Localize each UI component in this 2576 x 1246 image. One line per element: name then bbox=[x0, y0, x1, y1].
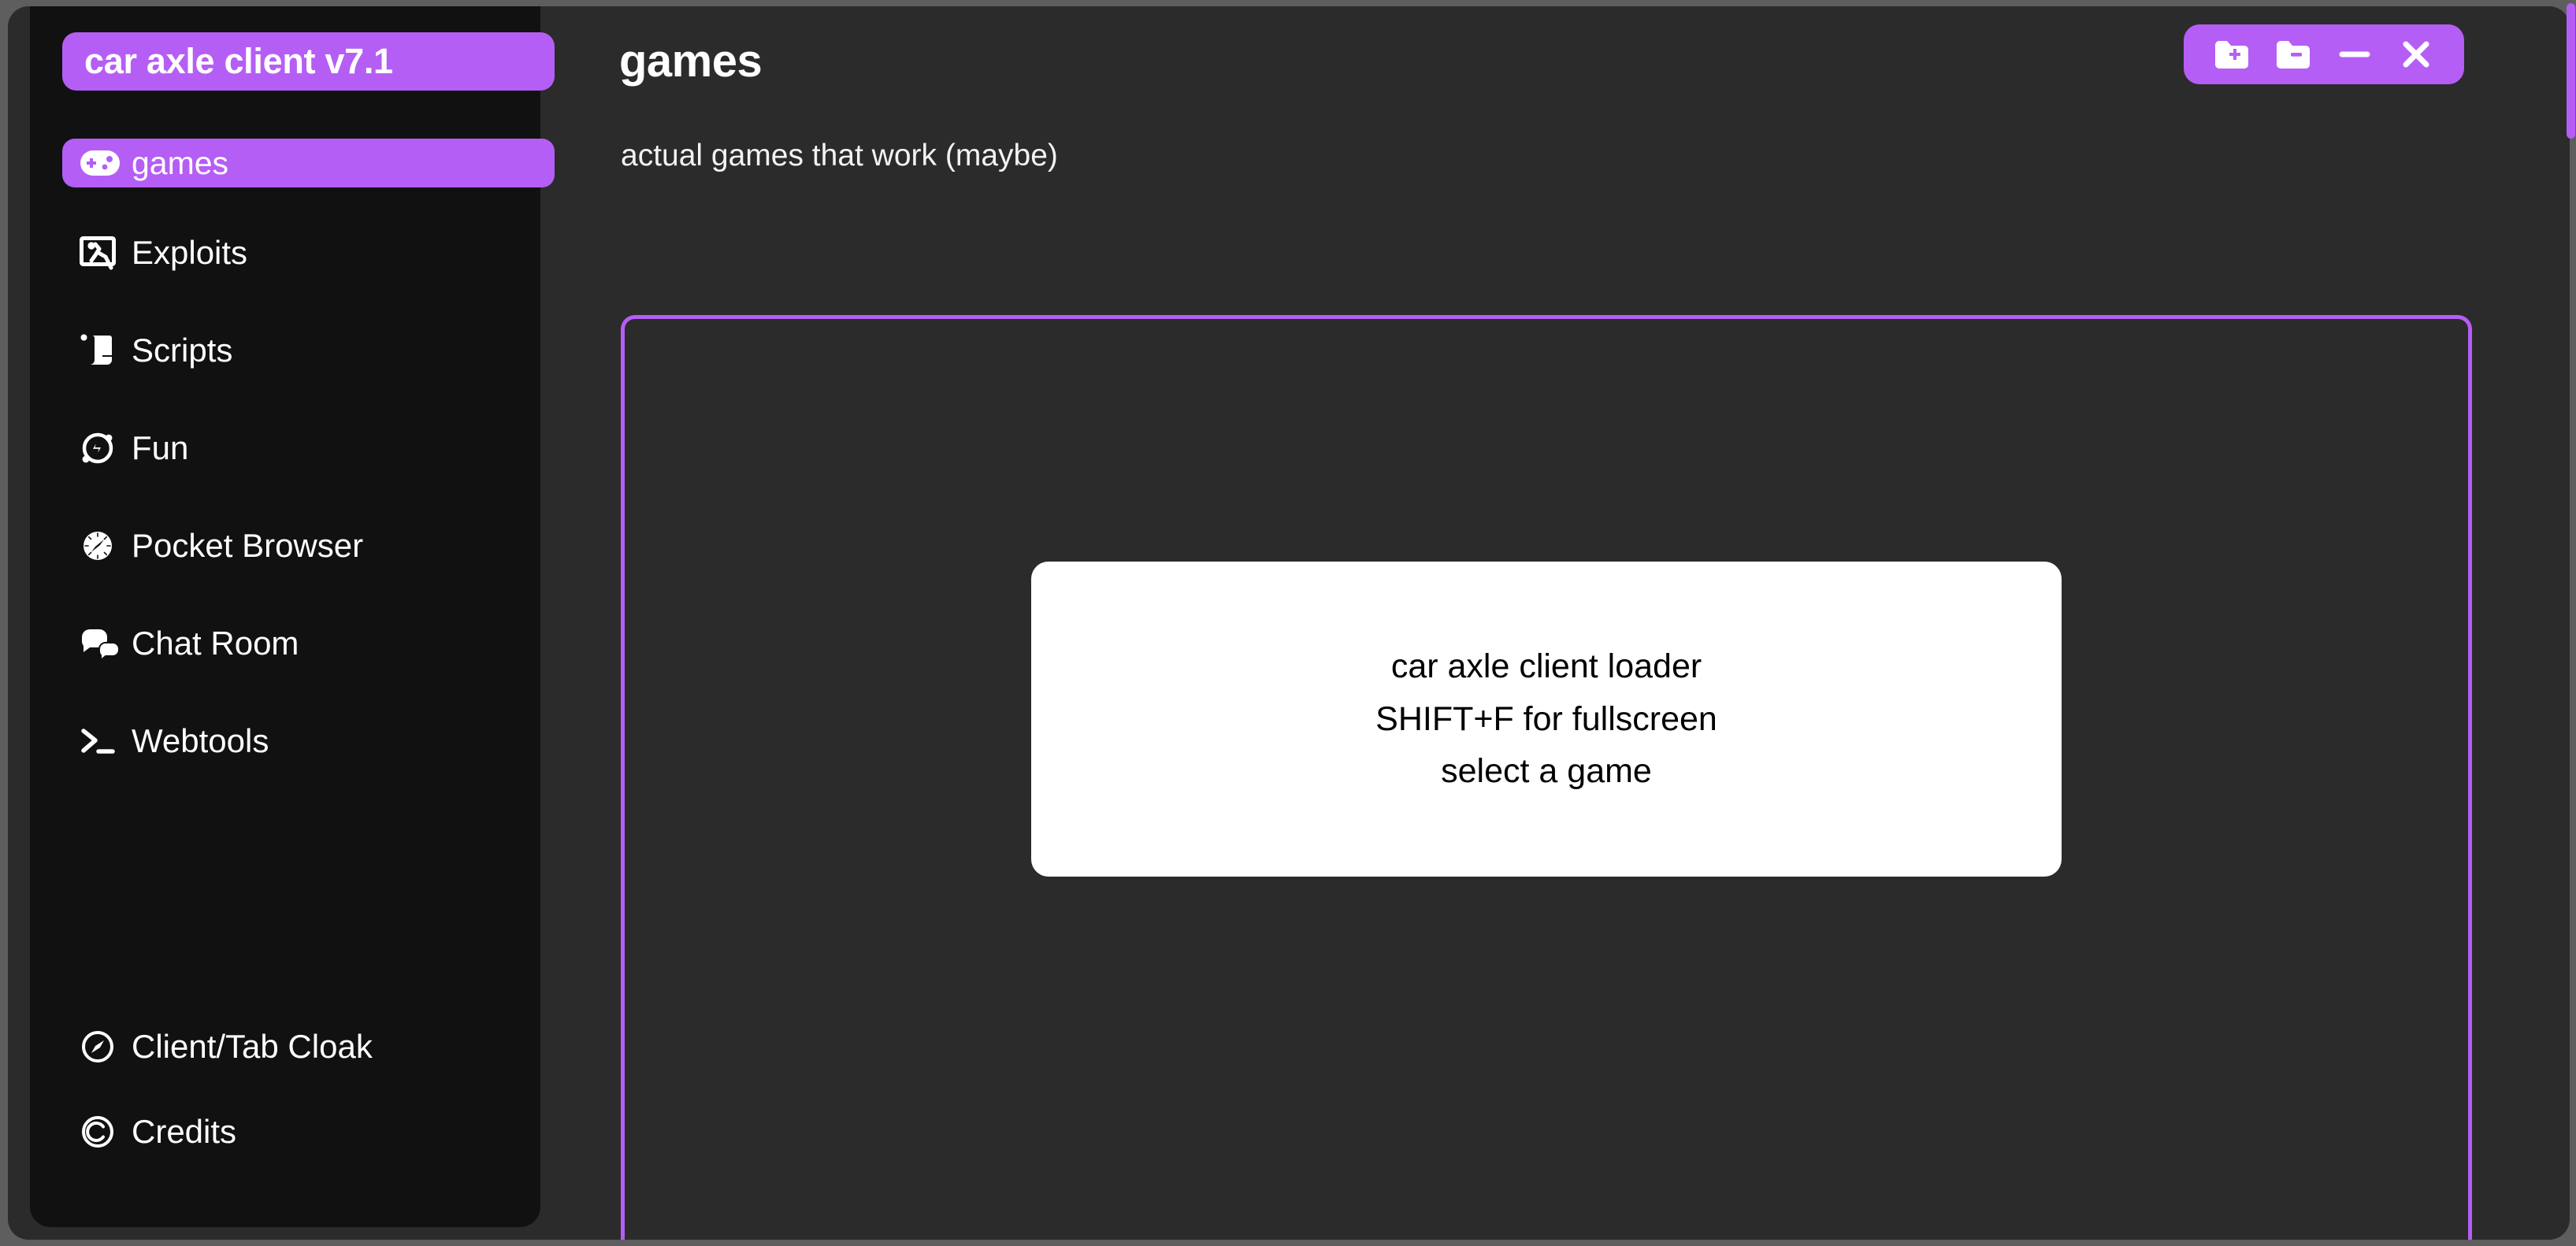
sidebar-item-label: Pocket Browser bbox=[132, 527, 364, 564]
sidebar-item-credits[interactable]: Credits bbox=[62, 1107, 555, 1156]
terminal-icon bbox=[80, 723, 124, 759]
folder-plus-button[interactable] bbox=[2201, 24, 2262, 84]
sidebar-item-label: Client/Tab Cloak bbox=[132, 1028, 373, 1065]
sidebar-item-label: Fun bbox=[132, 429, 189, 466]
window-controls bbox=[2184, 24, 2464, 84]
loader-line-2: SHIFT+F for fullscreen bbox=[1375, 699, 1717, 738]
minimize-button[interactable] bbox=[2324, 24, 2385, 84]
sidebar-item-label: games bbox=[132, 144, 229, 181]
game-viewport-frame[interactable]: car axle client loader SHIFT+F for fulls… bbox=[621, 315, 2472, 1240]
sidebar-item-client-tab-cloak[interactable]: Client/Tab Cloak bbox=[62, 1022, 555, 1071]
scroll-icon bbox=[80, 332, 124, 369]
sidebar-nav: games Exploits Scripts Fun Pocket Browse… bbox=[62, 139, 555, 814]
sidebar: car axle client v7.1 games Exploits Scri… bbox=[30, 6, 555, 1227]
brand-title: car axle client v7.1 bbox=[84, 41, 393, 81]
sidebar-item-label: Scripts bbox=[132, 332, 233, 369]
page-scrollbar[interactable] bbox=[2567, 0, 2576, 1246]
sidebar-item-games[interactable]: games bbox=[62, 139, 555, 187]
sidebar-item-label: Exploits bbox=[132, 234, 248, 271]
folder-minus-icon bbox=[2274, 38, 2312, 71]
door-exit-icon bbox=[80, 235, 124, 271]
main-content: games actual games that work (maybe) car… bbox=[619, 6, 2570, 1240]
folder-plus-icon bbox=[2213, 38, 2251, 71]
close-icon bbox=[2396, 37, 2436, 72]
sidebar-item-pocket-browser[interactable]: Pocket Browser bbox=[62, 521, 555, 570]
compass-outline-icon bbox=[80, 1029, 124, 1065]
sidebar-item-exploits[interactable]: Exploits bbox=[62, 228, 555, 277]
compass-filled-icon bbox=[80, 528, 124, 564]
minimize-icon bbox=[2334, 38, 2375, 71]
brand-badge[interactable]: car axle client v7.1 bbox=[62, 32, 555, 91]
gamepad-icon bbox=[80, 145, 124, 181]
sidebar-bottom-nav: Client/Tab Cloak Credits bbox=[62, 1022, 555, 1192]
sparkle-circle-icon bbox=[80, 430, 124, 466]
folder-minus-button[interactable] bbox=[2262, 24, 2324, 84]
loader-line-3: select a game bbox=[1441, 752, 1652, 791]
scrollbar-thumb[interactable] bbox=[2567, 3, 2575, 139]
chat-bubbles-icon bbox=[80, 625, 124, 662]
sidebar-item-label: Chat Room bbox=[132, 625, 299, 662]
sidebar-item-fun[interactable]: Fun bbox=[62, 424, 555, 473]
page-subtitle: actual games that work (maybe) bbox=[621, 139, 1058, 172]
close-button[interactable] bbox=[2385, 24, 2447, 84]
sidebar-item-label: Webtools bbox=[132, 722, 269, 759]
page-title: games bbox=[619, 35, 763, 87]
app-window: car axle client v7.1 games Exploits Scri… bbox=[8, 6, 2570, 1240]
sidebar-item-label: Credits bbox=[132, 1113, 237, 1150]
sidebar-item-scripts[interactable]: Scripts bbox=[62, 326, 555, 375]
sidebar-item-webtools[interactable]: Webtools bbox=[62, 717, 555, 766]
sidebar-item-chat-room[interactable]: Chat Room bbox=[62, 619, 555, 668]
copyright-icon bbox=[80, 1114, 124, 1150]
loader-card: car axle client loader SHIFT+F for fulls… bbox=[1031, 562, 2062, 877]
loader-line-1: car axle client loader bbox=[1390, 647, 1702, 686]
